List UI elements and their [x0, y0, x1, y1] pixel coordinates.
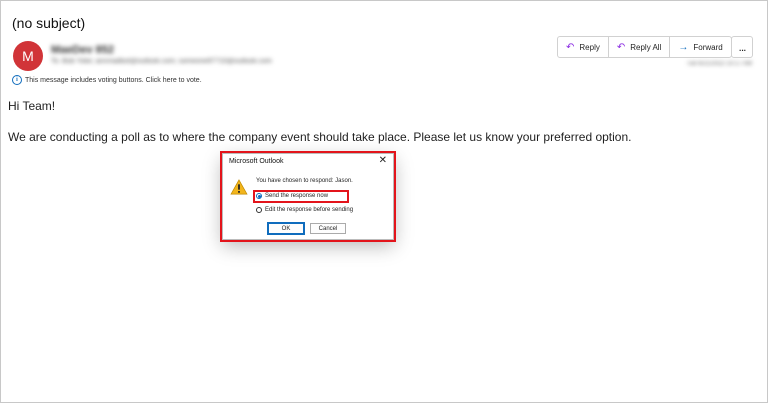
option-send-now[interactable]: Send the response now	[256, 193, 328, 199]
info-icon: i	[12, 75, 22, 85]
avatar[interactable]: M	[13, 41, 43, 71]
dialog-title: Microsoft Outlook	[229, 158, 284, 165]
vote-response-dialog: Microsoft Outlook ✕ You have chosen to r…	[222, 153, 394, 240]
close-icon[interactable]: ✕	[379, 155, 387, 166]
reply-all-icon: ↶	[616, 41, 626, 53]
voting-notice[interactable]: i This message includes voting buttons. …	[12, 75, 202, 85]
option-send-now-label: Send the response now	[265, 193, 329, 199]
sender-name[interactable]: MaeDev 852	[51, 44, 114, 56]
reply-all-label: Reply All	[630, 42, 662, 52]
dialog-message: You have chosen to respond: Jason.	[256, 178, 353, 184]
reply-icon: ↶	[566, 41, 575, 53]
cancel-button[interactable]: Cancel	[310, 223, 346, 234]
more-actions-button[interactable]: ...	[731, 36, 753, 58]
email-date: Tue 6/21/2022 10:17 AM	[686, 61, 753, 67]
email-greeting: Hi Team!	[8, 99, 56, 113]
reply-button[interactable]: ↶ Reply	[558, 37, 609, 57]
forward-label: Forward	[693, 42, 723, 52]
warning-icon	[230, 179, 248, 195]
reply-label: Reply	[579, 42, 600, 52]
message-actions-toolbar: ↶ Reply ↶ Reply All → Forward	[557, 36, 732, 58]
option-edit-response[interactable]: Edit the response before sending	[256, 207, 353, 213]
radio-edit-response[interactable]	[256, 207, 262, 213]
voting-notice-text: This message includes voting buttons. Cl…	[25, 76, 202, 84]
more-icon: ...	[738, 40, 746, 54]
reply-all-button[interactable]: ↶ Reply All	[609, 37, 671, 57]
forward-icon: →	[678, 41, 689, 53]
option-edit-response-label: Edit the response before sending	[265, 207, 354, 213]
recipients-line: To: Bob Yoke; annmailbot@outlook.com; so…	[51, 58, 272, 65]
ok-button[interactable]: OK	[267, 222, 305, 235]
radio-send-now[interactable]	[256, 193, 262, 199]
email-body: We are conducting a poll as to where the…	[8, 130, 632, 144]
forward-button[interactable]: → Forward	[670, 37, 730, 57]
email-subject: (no subject)	[12, 15, 86, 31]
